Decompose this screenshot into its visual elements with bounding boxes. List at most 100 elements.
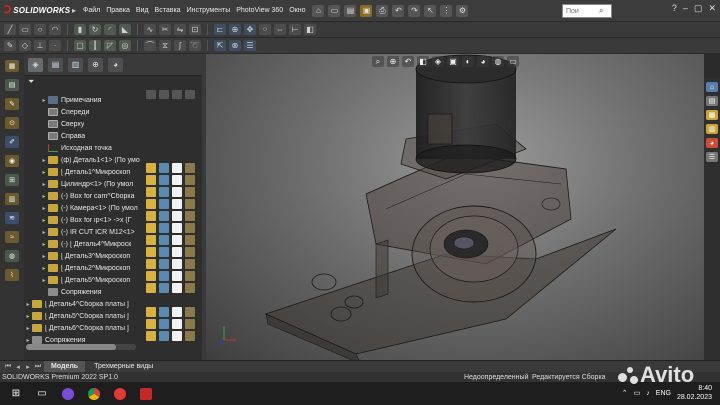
display-pane-cell-icon[interactable] <box>159 199 169 209</box>
measure-icon[interactable]: ⊢ <box>289 24 301 35</box>
expand-arrow-icon[interactable]: ▸ <box>40 205 48 212</box>
assembly-icon[interactable]: ▦ <box>5 60 19 72</box>
expand-arrow-icon[interactable]: ▸ <box>40 217 48 224</box>
property-manager-tab-icon[interactable]: ▤ <box>48 57 63 72</box>
custom-properties-icon[interactable]: ☰ <box>706 152 718 162</box>
expand-arrow-icon[interactable]: ▸ <box>40 253 48 260</box>
windows-start-icon[interactable]: ⊞ <box>6 384 26 404</box>
rib-icon[interactable]: ┃ <box>89 40 101 51</box>
arc-icon[interactable]: ◠ <box>49 24 61 35</box>
display-pane-cell-icon[interactable] <box>146 199 156 209</box>
chamfer-icon[interactable]: ◣ <box>119 24 131 35</box>
expand-arrow-icon[interactable]: ▸ <box>40 241 48 248</box>
display-pane-cell-icon[interactable] <box>146 271 156 281</box>
expand-arrow-icon[interactable]: ▸ <box>24 301 32 308</box>
appearance-column-icon[interactable] <box>159 90 169 99</box>
shell-icon[interactable]: ▢ <box>74 40 86 51</box>
display-pane-cell-icon[interactable] <box>159 223 169 233</box>
simulation-icon[interactable]: ≋ <box>5 212 19 224</box>
redo-icon[interactable]: ↷ <box>408 4 421 17</box>
solidworks-taskbar-icon[interactable] <box>136 384 156 404</box>
display-pane-cell-icon[interactable] <box>159 247 169 257</box>
display-pane-cell-icon[interactable] <box>159 331 169 341</box>
expand-arrow-icon[interactable]: ▸ <box>40 277 48 284</box>
tree-item[interactable]: ▸ [ Деталь6^Сборка платы ] <box>24 322 142 334</box>
tree-item[interactable]: ▸ (-) [ Деталь4^Микроск <box>24 238 142 250</box>
display-pane-cell-icon[interactable] <box>172 319 182 329</box>
curve-icon[interactable]: ∫ <box>174 40 186 51</box>
tree-item[interactable]: ▸ Примечания <box>24 94 142 106</box>
extrude-icon[interactable]: ▮ <box>74 24 86 35</box>
tree-horizontal-scrollbar[interactable] <box>26 344 136 350</box>
display-pane-cell-icon[interactable] <box>172 307 182 317</box>
display-pane-cell-icon[interactable] <box>185 259 195 269</box>
pattern-icon[interactable]: ⁘ <box>259 24 271 35</box>
graphics-viewport[interactable]: ⌕ ⊕ ↶ ◧ ◈ ▣ ◐ ◕ ◍ ▭ <box>206 54 704 360</box>
display-pane-cell-icon[interactable] <box>172 187 182 197</box>
expand-arrow-icon[interactable]: ▸ <box>40 97 48 104</box>
tray-expand-icon[interactable]: ⌃ <box>622 389 628 397</box>
display-pane-cell-icon[interactable] <box>172 163 182 173</box>
display-pane-cell-icon[interactable] <box>172 247 182 257</box>
search-input[interactable] <box>563 7 599 15</box>
mbd-icon[interactable]: ▥ <box>5 193 19 205</box>
display-pane-cell-icon[interactable] <box>185 235 195 245</box>
view-settings-icon[interactable]: ▭ <box>507 56 519 67</box>
tree-item[interactable]: ▸ [ Деталь5^Микроскоп <box>24 274 142 286</box>
tab-prev-icon[interactable]: ◂ <box>14 363 22 371</box>
tree-item[interactable]: Спереди <box>24 106 142 118</box>
expand-arrow-icon[interactable]: ▸ <box>24 325 32 332</box>
display-pane-cell-icon[interactable] <box>159 187 169 197</box>
display-pane-cell-icon[interactable] <box>172 199 182 209</box>
tree-item[interactable]: ▸ [ Деталь5^Сборка платы ] <box>24 310 142 322</box>
display-pane-cell-icon[interactable] <box>146 319 156 329</box>
display-pane-cell-icon[interactable] <box>172 271 182 281</box>
tree-item[interactable]: ▸ [ Деталь2^Микроскоп <box>24 262 142 274</box>
expand-arrow-icon[interactable]: ▸ <box>40 193 48 200</box>
transparency-column-icon[interactable] <box>172 90 182 99</box>
resources-icon[interactable]: ▤ <box>706 96 718 106</box>
expand-arrow-icon[interactable]: ▸ <box>40 181 48 188</box>
configuration-tab-icon[interactable]: ▥ <box>68 57 83 72</box>
draft-icon[interactable]: ◸ <box>104 40 116 51</box>
filter-icon[interactable]: ⏷ <box>28 77 34 87</box>
addins-icon[interactable]: ⊞ <box>5 174 19 186</box>
edit-appearance-icon[interactable]: ◕ <box>477 56 489 67</box>
close-icon[interactable]: ✕ <box>708 3 716 14</box>
plane-icon[interactable]: ◇ <box>19 40 31 51</box>
tree-item[interactable]: Сопряжения <box>24 286 142 298</box>
new-document-icon[interactable]: ▭ <box>328 4 341 17</box>
task-view-icon[interactable]: ▭ <box>32 384 52 404</box>
display-pane-cell-icon[interactable] <box>185 247 195 257</box>
hide-column-icon[interactable] <box>146 90 156 99</box>
restore-icon[interactable]: ▢ <box>694 3 703 14</box>
display-mode-column-icon[interactable] <box>185 90 195 99</box>
expand-arrow-icon[interactable]: ▸ <box>24 313 32 320</box>
display-pane-cell-icon[interactable] <box>146 211 156 221</box>
tree-item[interactable]: ▸ (-) Box for ip<1> ->x (Г <box>24 214 142 226</box>
insert-component-icon[interactable]: ⊕ <box>229 24 241 35</box>
display-pane-cell-icon[interactable] <box>159 163 169 173</box>
display-pane-cell-icon[interactable] <box>172 235 182 245</box>
tree-item[interactable]: ▸ [ Деталь3^Микроскоп <box>24 250 142 262</box>
input-language[interactable]: ENG <box>656 390 671 397</box>
display-pane-cell-icon[interactable] <box>172 211 182 221</box>
menu-tools[interactable]: Инструменты <box>184 7 234 14</box>
tree-item[interactable]: ▸ (ф) Деталь1<1> (По умо <box>24 154 142 166</box>
offset-icon[interactable]: ⊡ <box>189 24 201 35</box>
expand-arrow-icon[interactable]: ▸ <box>40 265 48 272</box>
expand-arrow-icon[interactable]: ▸ <box>40 229 48 236</box>
expand-arrow-icon[interactable]: ▸ <box>24 337 32 344</box>
display-pane-cell-icon[interactable] <box>185 283 195 293</box>
tree-item[interactable]: ▸ [ Деталь4^Сборка платы ] <box>24 298 142 310</box>
tab-model[interactable]: Модель <box>44 360 86 373</box>
undo-icon[interactable]: ↶ <box>392 4 405 17</box>
display-pane-cell-icon[interactable] <box>159 271 169 281</box>
tree-item[interactable]: ▸ Цилиндр<1> (По умол <box>24 178 142 190</box>
home-icon[interactable]: ⌂ <box>706 82 718 92</box>
display-pane-cell-icon[interactable] <box>146 187 156 197</box>
markup-icon[interactable]: ✐ <box>5 136 19 148</box>
apply-scene-icon[interactable]: ◍ <box>492 56 504 67</box>
interference-icon[interactable]: ⊗ <box>229 40 241 51</box>
display-pane-cell-icon[interactable] <box>159 235 169 245</box>
